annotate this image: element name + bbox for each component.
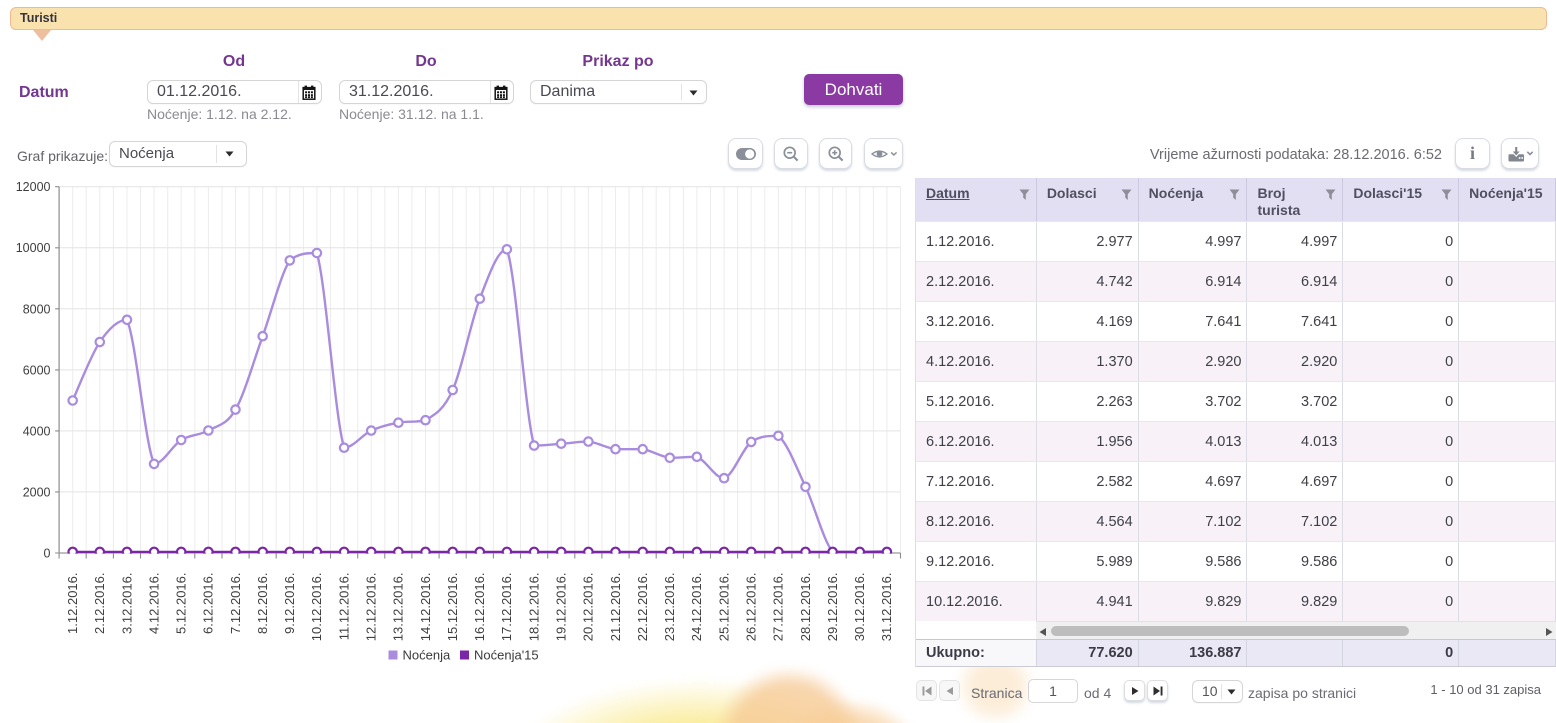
svg-text:24.12.2016.: 24.12.2016. bbox=[689, 573, 704, 642]
svg-text:3.12.2016.: 3.12.2016. bbox=[119, 573, 134, 634]
svg-text:10000: 10000 bbox=[16, 241, 51, 255]
svg-text:30.12.2016.: 30.12.2016. bbox=[852, 573, 867, 642]
svg-text:Noćenja'15: Noćenja'15 bbox=[474, 648, 539, 663]
svg-text:10.12.2016.: 10.12.2016. bbox=[309, 573, 324, 642]
svg-text:7.12.2016.: 7.12.2016. bbox=[228, 573, 243, 634]
svg-text:0: 0 bbox=[44, 547, 51, 561]
svg-text:27.12.2016.: 27.12.2016. bbox=[771, 573, 786, 642]
svg-text:25.12.2016.: 25.12.2016. bbox=[716, 573, 731, 642]
svg-text:22.12.2016.: 22.12.2016. bbox=[635, 573, 650, 642]
svg-text:23.12.2016.: 23.12.2016. bbox=[662, 573, 677, 642]
svg-text:8000: 8000 bbox=[23, 302, 51, 316]
svg-text:9.12.2016.: 9.12.2016. bbox=[282, 573, 297, 634]
svg-text:18.12.2016.: 18.12.2016. bbox=[526, 573, 541, 642]
svg-text:15.12.2016.: 15.12.2016. bbox=[445, 573, 460, 642]
svg-text:13.12.2016.: 13.12.2016. bbox=[391, 573, 406, 642]
svg-text:31.12.2016.: 31.12.2016. bbox=[879, 573, 894, 642]
svg-text:5.12.2016.: 5.12.2016. bbox=[174, 573, 189, 634]
svg-text:17.12.2016.: 17.12.2016. bbox=[499, 573, 514, 642]
svg-text:20.12.2016.: 20.12.2016. bbox=[581, 573, 596, 642]
svg-text:6000: 6000 bbox=[23, 363, 51, 377]
svg-text:2000: 2000 bbox=[23, 485, 51, 499]
svg-text:1.12.2016.: 1.12.2016. bbox=[65, 573, 80, 634]
svg-text:16.12.2016.: 16.12.2016. bbox=[472, 573, 487, 642]
svg-text:11.12.2016.: 11.12.2016. bbox=[336, 573, 351, 641]
svg-text:Noćenja: Noćenja bbox=[403, 648, 451, 663]
svg-text:26.12.2016.: 26.12.2016. bbox=[744, 573, 759, 642]
svg-text:6.12.2016.: 6.12.2016. bbox=[201, 573, 216, 634]
svg-text:2.12.2016.: 2.12.2016. bbox=[92, 573, 107, 634]
svg-text:29.12.2016.: 29.12.2016. bbox=[825, 573, 840, 642]
svg-text:12.12.2016.: 12.12.2016. bbox=[364, 573, 379, 642]
svg-text:4000: 4000 bbox=[23, 424, 51, 438]
svg-text:14.12.2016.: 14.12.2016. bbox=[418, 573, 433, 642]
svg-text:28.12.2016.: 28.12.2016. bbox=[798, 573, 813, 642]
svg-text:12000: 12000 bbox=[16, 180, 51, 194]
svg-text:19.12.2016.: 19.12.2016. bbox=[554, 573, 569, 642]
svg-text:21.12.2016.: 21.12.2016. bbox=[608, 573, 623, 642]
svg-text:8.12.2016.: 8.12.2016. bbox=[255, 573, 270, 634]
svg-text:4.12.2016.: 4.12.2016. bbox=[146, 573, 161, 634]
